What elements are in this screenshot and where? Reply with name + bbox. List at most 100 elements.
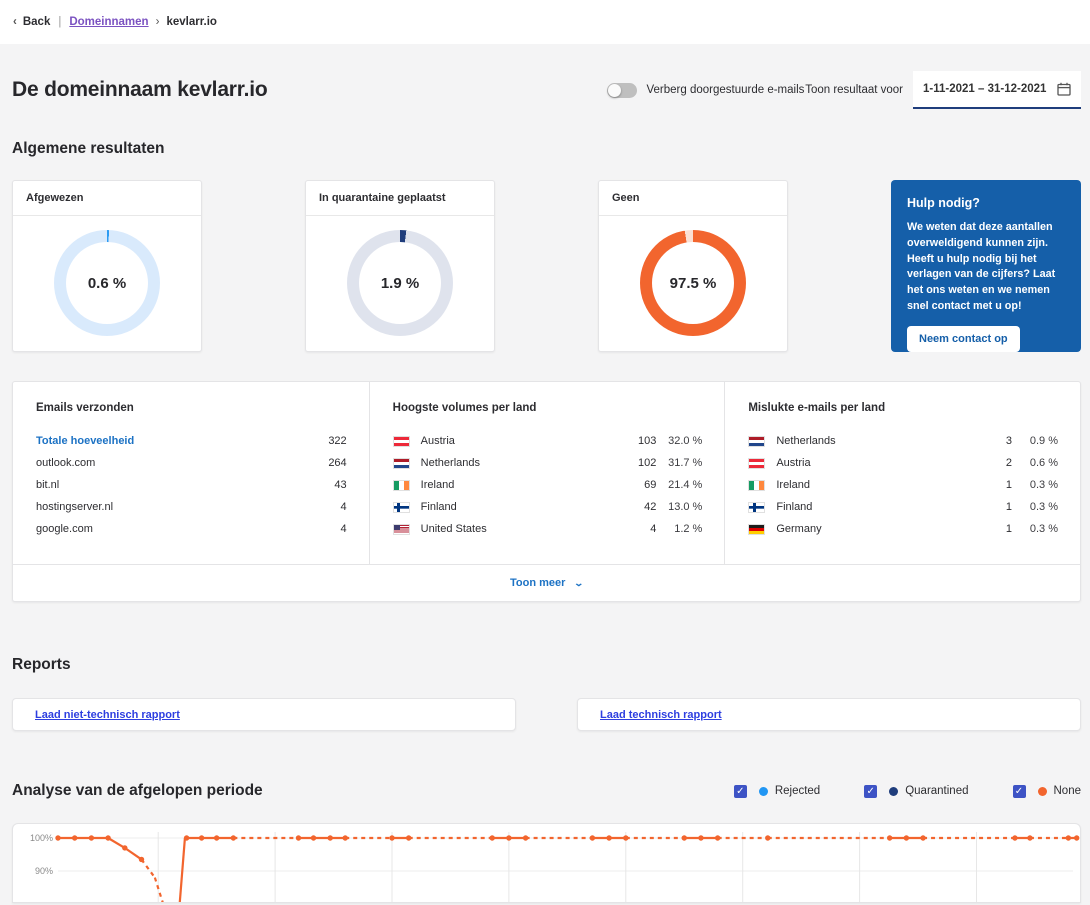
contact-button[interactable]: Neem contact op xyxy=(907,326,1020,352)
ireland-flag-icon xyxy=(748,480,765,491)
country-name: Finland xyxy=(421,501,619,513)
table-row: Netherlands 3 0.9 % xyxy=(748,430,1058,452)
load-technical-report-link[interactable]: Laad technisch rapport xyxy=(600,709,722,721)
row-count: 69 xyxy=(618,479,656,491)
calendar-icon xyxy=(1057,82,1071,96)
table-row: hostingserver.nl 4 xyxy=(36,496,347,518)
legend-item-rejected: ✓ Rejected xyxy=(734,785,820,798)
row-count: 322 xyxy=(309,435,347,447)
row-percent: 31.7 % xyxy=(656,457,702,469)
finland-flag-icon xyxy=(393,502,410,513)
help-card-title: Hulp nodig? xyxy=(907,196,1065,210)
finland-flag-icon xyxy=(748,502,765,513)
rejected-percentage: 0.6 % xyxy=(88,275,126,292)
page-title: De domeinnaam kevlarr.io xyxy=(12,78,267,102)
date-range-picker[interactable]: 1-11-2021 – 31-12-2021 xyxy=(913,71,1081,109)
netherlands-flag-icon xyxy=(748,436,765,447)
row-label: google.com xyxy=(36,523,309,535)
table-row: Ireland 69 21.4 % xyxy=(393,474,703,496)
table-row: Finland 1 0.3 % xyxy=(748,496,1058,518)
page-header: De domeinnaam kevlarr.io Verberg doorges… xyxy=(12,68,1081,112)
row-percent: 32.0 % xyxy=(656,435,702,447)
section-heading-general: Algemene resultaten xyxy=(12,140,1081,158)
help-card: Hulp nodig? We weten dat deze aantallen … xyxy=(891,180,1081,352)
country-name: Ireland xyxy=(421,479,619,491)
chevron-down-icon: ⌄ xyxy=(574,578,585,589)
us-flag-icon xyxy=(393,524,410,535)
none-donut-chart: 97.5 % xyxy=(640,230,746,336)
back-button[interactable]: Back xyxy=(23,16,51,28)
table-row: google.com 4 xyxy=(36,518,347,540)
show-more-label: Toon meer xyxy=(510,577,565,589)
row-percent: 0.3 % xyxy=(1012,479,1058,491)
row-count: 43 xyxy=(309,479,347,491)
country-name: Finland xyxy=(776,501,974,513)
card-none: Geen 97.5 % xyxy=(598,180,788,352)
emails-sent-heading: Emails verzonden xyxy=(36,402,347,414)
card-rejected: Afgewezen 0.6 % xyxy=(12,180,202,352)
date-range-value: 1-11-2021 – 31-12-2021 xyxy=(923,83,1057,95)
timeline-line-chart[interactable]: 100% 90% xyxy=(13,824,1080,903)
date-range-group: Toon resultaat voor 1-11-2021 – 31-12-20… xyxy=(805,71,1081,109)
forwarded-toggle-group: Verberg doorgestuurde e-mails xyxy=(607,83,804,98)
row-percent: 1.2 % xyxy=(656,523,702,535)
row-percent: 13.0 % xyxy=(656,501,702,513)
country-name: Netherlands xyxy=(776,435,974,447)
none-checkbox[interactable]: ✓ xyxy=(1013,785,1026,798)
emails-sent-table: Emails verzonden Totale hoeveelheid 322 … xyxy=(13,382,369,564)
table-row: Netherlands 102 31.7 % xyxy=(393,452,703,474)
hide-forwarded-toggle[interactable] xyxy=(607,83,637,98)
table-row: Ireland 1 0.3 % xyxy=(748,474,1058,496)
none-dot-icon xyxy=(1038,787,1047,796)
netherlands-flag-icon xyxy=(393,458,410,469)
rejected-checkbox[interactable]: ✓ xyxy=(734,785,747,798)
svg-text:90%: 90% xyxy=(35,866,53,876)
breadcrumb-chevron: › xyxy=(156,16,160,28)
breadcrumb-link-domeinnamen[interactable]: Domeinnamen xyxy=(69,16,148,28)
technical-report-card: Laad technisch rapport xyxy=(577,698,1081,731)
show-more-button[interactable]: Toon meer ⌄ xyxy=(510,577,583,589)
table-row: Germany 1 0.3 % xyxy=(748,518,1058,540)
country-name: Netherlands xyxy=(421,457,619,469)
table-row: Finland 42 13.0 % xyxy=(393,496,703,518)
section-heading-reports: Reports xyxy=(12,656,1081,674)
svg-text:100%: 100% xyxy=(30,833,53,843)
country-name: United States xyxy=(421,523,619,535)
rejected-donut-chart: 0.6 % xyxy=(54,230,160,336)
row-count: 4 xyxy=(309,523,347,535)
germany-flag-icon xyxy=(748,524,765,535)
quarantined-dot-icon xyxy=(889,787,898,796)
breadcrumb: ‹ Back | Domeinnamen › kevlarr.io xyxy=(0,0,1090,44)
row-count: 3 xyxy=(974,435,1012,447)
row-count: 1 xyxy=(974,479,1012,491)
quarantined-checkbox[interactable]: ✓ xyxy=(864,785,877,798)
chart-legend: ✓ Rejected ✓ Quarantined ✓ None xyxy=(690,785,1081,798)
general-results-cards: Afgewezen 0.6 % In quarantaine geplaatst… xyxy=(12,180,1081,352)
country-name: Germany xyxy=(776,523,974,535)
total-amount-link[interactable]: Totale hoeveelheid xyxy=(36,435,309,447)
toggle-label: Verberg doorgestuurde e-mails xyxy=(646,84,804,96)
volumes-heading: Hoogste volumes per land xyxy=(393,402,703,414)
row-percent: 0.9 % xyxy=(1012,435,1058,447)
load-non-technical-report-link[interactable]: Laad niet-technisch rapport xyxy=(35,709,180,721)
failed-heading: Mislukte e-mails per land xyxy=(748,402,1058,414)
breadcrumb-current: kevlarr.io xyxy=(166,16,217,28)
table-row: Austria 2 0.6 % xyxy=(748,452,1058,474)
row-count: 4 xyxy=(618,523,656,535)
legend-item-quarantined: ✓ Quarantined xyxy=(864,785,968,798)
breadcrumb-separator: | xyxy=(58,16,61,28)
quarantined-percentage: 1.9 % xyxy=(381,275,419,292)
table-row: United States 4 1.2 % xyxy=(393,518,703,540)
country-name: Ireland xyxy=(776,479,974,491)
row-count: 2 xyxy=(974,457,1012,469)
legend-item-none: ✓ None xyxy=(1013,785,1082,798)
help-card-body: We weten dat deze aantallen overweldigen… xyxy=(907,220,1065,315)
legend-label: Quarantined xyxy=(905,785,968,797)
non-technical-report-card: Laad niet-technisch rapport xyxy=(12,698,516,731)
row-count: 264 xyxy=(309,457,347,469)
quarantined-donut-chart: 1.9 % xyxy=(347,230,453,336)
timeline-chart-card: 100% 90% xyxy=(12,823,1081,903)
row-percent: 0.3 % xyxy=(1012,501,1058,513)
table-row: bit.nl 43 xyxy=(36,474,347,496)
none-percentage: 97.5 % xyxy=(670,275,717,292)
